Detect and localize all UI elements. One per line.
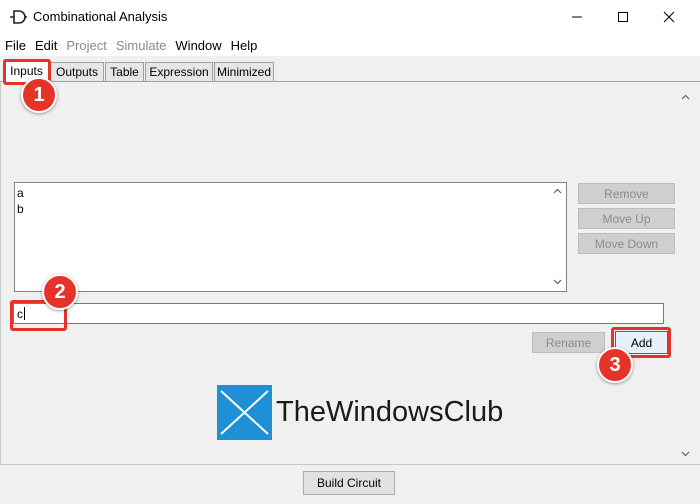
watermark: TheWindowsClub — [217, 382, 503, 442]
tab-minimized[interactable]: Minimized — [214, 62, 274, 81]
logisim-gate-icon — [10, 10, 27, 24]
step-badge-3: 3 — [597, 347, 633, 383]
menu-file[interactable]: File — [5, 38, 26, 53]
menu-simulate[interactable]: Simulate — [116, 38, 167, 53]
panel-scrollbar[interactable] — [677, 88, 694, 464]
scroll-down-icon[interactable] — [680, 448, 691, 459]
tab-strip: Inputs Outputs Table Expression Minimize… — [0, 56, 700, 82]
scroll-down-icon[interactable] — [552, 276, 563, 287]
menu-help[interactable]: Help — [231, 38, 258, 53]
maximize-button[interactable] — [600, 0, 646, 34]
variable-name-input[interactable]: c — [13, 303, 664, 324]
maximize-icon — [618, 12, 628, 22]
thewindowsclub-logo-icon — [217, 384, 272, 440]
remove-button[interactable]: Remove — [578, 183, 675, 204]
scroll-up-icon[interactable] — [680, 92, 691, 103]
build-circuit-button[interactable]: Build Circuit — [303, 471, 395, 495]
tab-expression[interactable]: Expression — [145, 62, 213, 81]
close-button[interactable] — [646, 0, 692, 34]
menu-bar: File Edit Project Simulate Window Help — [0, 34, 700, 56]
list-scrollbar[interactable] — [549, 183, 566, 291]
move-up-button[interactable]: Move Up — [578, 208, 675, 229]
menu-project[interactable]: Project — [66, 38, 106, 53]
close-icon — [663, 11, 675, 23]
menu-edit[interactable]: Edit — [35, 38, 57, 53]
window-title: Combinational Analysis — [33, 9, 168, 24]
list-item[interactable]: b — [17, 202, 24, 216]
step-badge-2: 2 — [42, 274, 78, 310]
tab-table[interactable]: Table — [105, 62, 144, 81]
input-variable-list[interactable]: a b — [14, 182, 567, 292]
title-bar: Combinational Analysis — [0, 0, 700, 34]
minimize-button[interactable] — [554, 0, 600, 34]
minimize-icon — [572, 16, 582, 18]
list-item[interactable]: a — [17, 186, 24, 200]
scroll-up-icon[interactable] — [552, 186, 563, 197]
tab-outputs[interactable]: Outputs — [50, 62, 104, 81]
step-badge-1: 1 — [21, 77, 57, 113]
menu-window[interactable]: Window — [175, 38, 221, 53]
watermark-text: TheWindowsClub — [276, 395, 504, 428]
move-down-button[interactable]: Move Down — [578, 233, 675, 254]
rename-button[interactable]: Rename — [532, 332, 605, 353]
